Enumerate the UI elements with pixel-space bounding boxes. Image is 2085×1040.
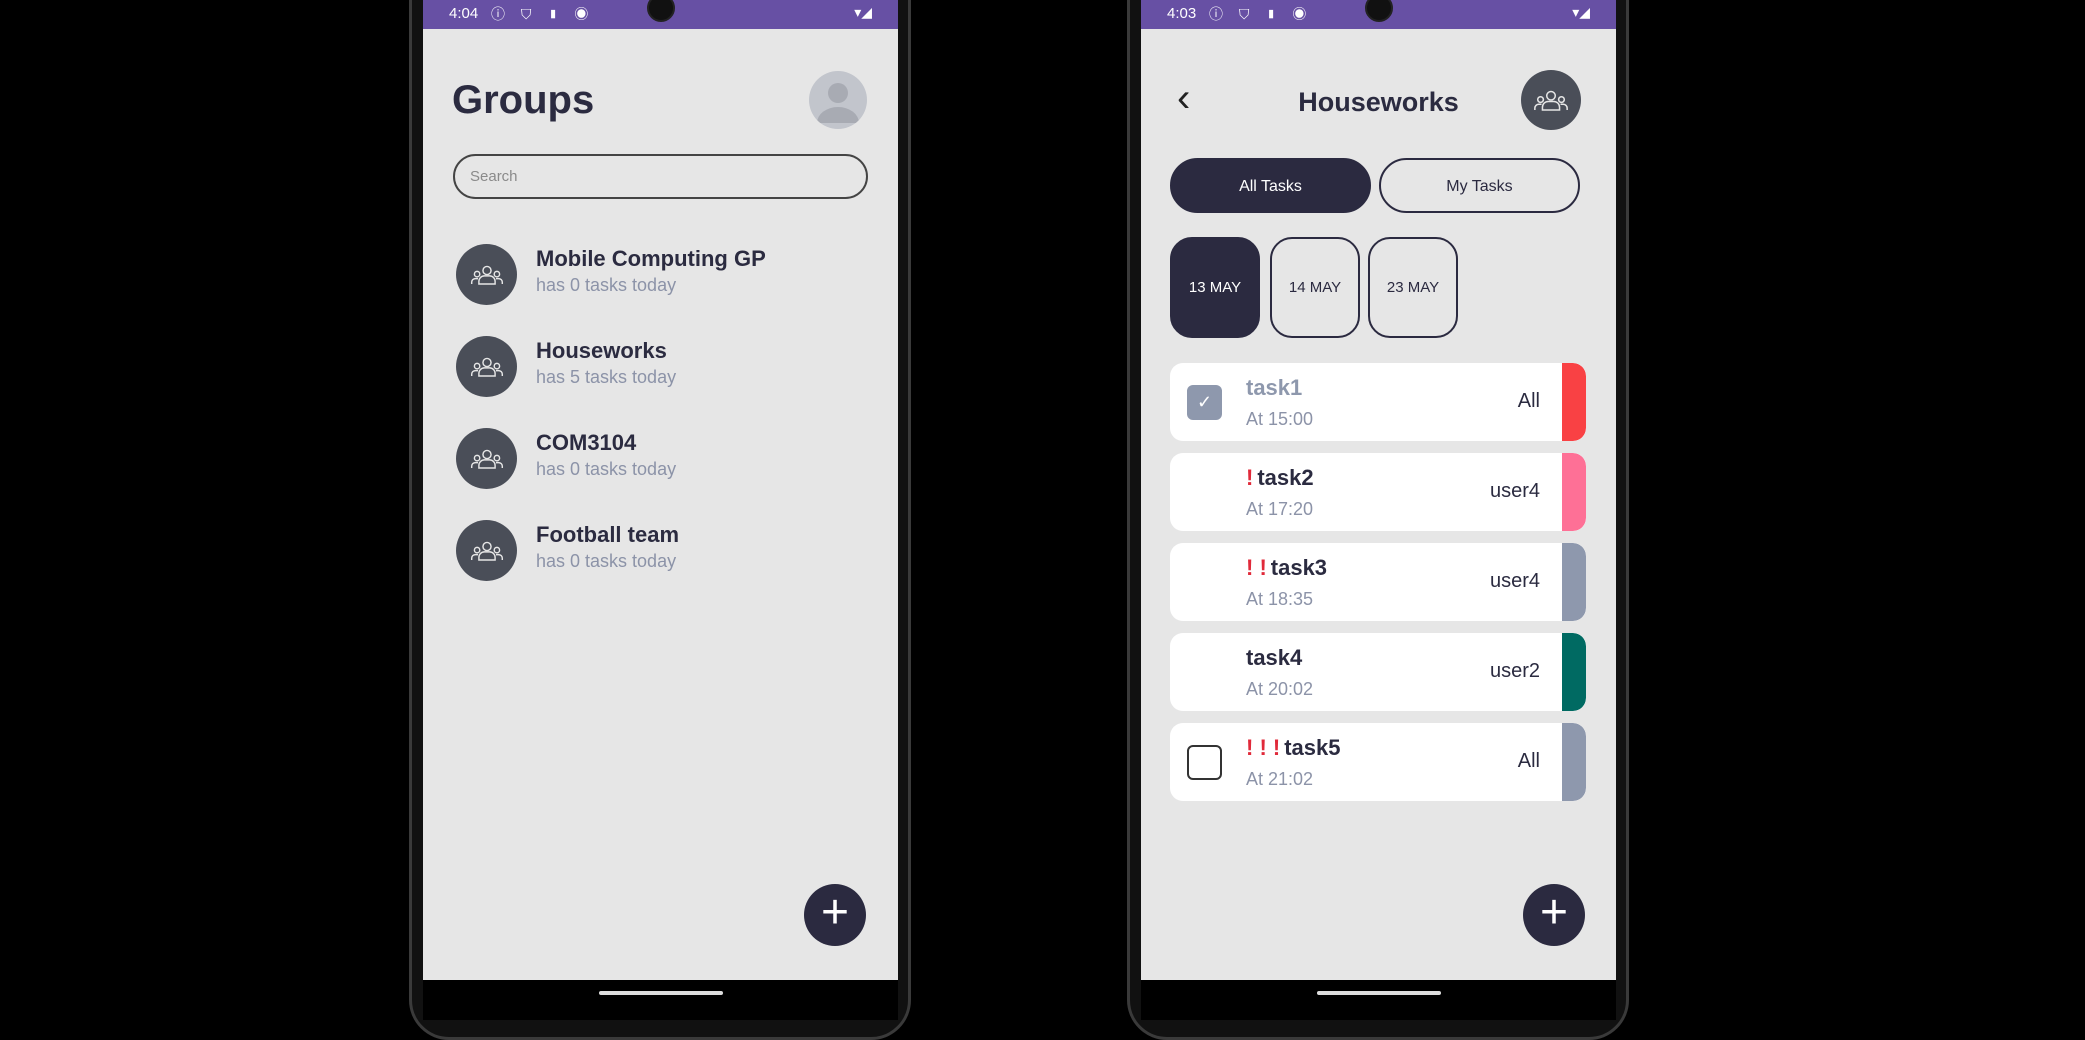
task-name: task3	[1270, 555, 1328, 580]
checkbox-unchecked[interactable]	[1187, 745, 1222, 780]
task-color-bar	[1562, 363, 1586, 441]
group-name: Houseworks	[536, 338, 667, 363]
task-item[interactable]: ✓ task1 At 15:00 All	[1170, 363, 1586, 441]
task-time: At 15:00	[1246, 409, 1314, 429]
group-tasks-screen: 4:03 ⓘ ⛉ ▮ ◉ ▾◢ ‹ Houseworks All Tasks M…	[1141, 0, 1616, 980]
date-chip[interactable]: 14 MAY	[1270, 237, 1360, 338]
nav-bar	[1141, 980, 1616, 1020]
group-icon	[456, 244, 517, 305]
task-title: ! ! task3	[1246, 555, 1327, 581]
profile-avatar[interactable]	[809, 71, 867, 129]
task-title: ! ! ! task5	[1246, 735, 1340, 761]
task-assignee: user4	[1489, 480, 1540, 502]
group-name: Football team	[536, 522, 680, 547]
group-item[interactable]: Houseworks has 5 tasks today	[456, 336, 856, 398]
task-name: task2	[1257, 465, 1314, 490]
task-title: task4	[1246, 645, 1302, 671]
task-assignee: All	[1517, 750, 1540, 772]
home-indicator[interactable]	[598, 991, 723, 995]
task-title: task1	[1246, 375, 1302, 401]
groups-screen: 4:04 ⓘ ⛉ ▮ ◉ ▾◢ Groups Search Mobile Com…	[423, 0, 898, 980]
status-time: 4:04	[449, 5, 479, 22]
search-input[interactable]: Search	[453, 154, 868, 199]
group-item[interactable]: COM3104 has 0 tasks today	[456, 428, 856, 490]
home-indicator[interactable]	[1316, 991, 1441, 995]
task-time: At 21:02	[1246, 769, 1314, 789]
group-icon	[456, 428, 517, 489]
group-name: Mobile Computing GP	[536, 246, 766, 271]
task-assignee: user4	[1489, 570, 1540, 592]
priority-marker: ! ! !	[1246, 735, 1281, 760]
task-name: task5	[1284, 735, 1341, 760]
group-icon	[456, 520, 517, 581]
task-time: At 17:20	[1246, 499, 1314, 519]
task-color-bar	[1562, 453, 1586, 531]
group-name: COM3104	[536, 430, 637, 455]
task-title: ! task2	[1246, 465, 1314, 491]
group-item[interactable]: Mobile Computing GP has 0 tasks today	[456, 244, 856, 306]
user-icon	[817, 83, 859, 123]
group-item[interactable]: Football team has 0 tasks today	[456, 520, 856, 582]
task-name: task1	[1246, 375, 1303, 400]
group-icon	[1532, 89, 1570, 112]
priority-marker: !	[1246, 465, 1254, 490]
signal-icon: ▾◢	[1572, 4, 1590, 20]
status-icons: ⓘ ⛉ ▮ ◉	[491, 6, 595, 22]
group-settings-button[interactable]	[1521, 70, 1581, 130]
tab-my-tasks[interactable]: My Tasks	[1379, 158, 1580, 213]
date-chip[interactable]: 23 MAY	[1368, 237, 1458, 338]
task-time: At 20:02	[1246, 679, 1314, 699]
checkbox-checked[interactable]: ✓	[1187, 385, 1222, 420]
task-item[interactable]: ! ! ! task5 At 21:02 All	[1170, 723, 1586, 801]
task-color-bar	[1562, 723, 1586, 801]
task-color-bar	[1562, 543, 1586, 621]
task-item[interactable]: ! task2 At 17:20 user4	[1170, 453, 1586, 531]
group-subtitle: has 0 tasks today	[536, 275, 677, 295]
signal-icon: ▾◢	[854, 4, 872, 20]
nav-bar	[423, 980, 898, 1020]
task-assignee: All	[1517, 390, 1540, 412]
task-item[interactable]: ! ! task3 At 18:35 user4	[1170, 543, 1586, 621]
add-task-button[interactable]: +	[1523, 884, 1585, 946]
add-group-button[interactable]: +	[804, 884, 866, 946]
tab-all-tasks[interactable]: All Tasks	[1170, 158, 1371, 213]
task-color-bar	[1562, 633, 1586, 711]
group-subtitle: has 0 tasks today	[536, 551, 677, 571]
task-time: At 18:35	[1246, 589, 1314, 609]
group-icon	[456, 336, 517, 397]
date-chip[interactable]: 13 MAY	[1170, 237, 1260, 338]
page-title: Groups	[452, 78, 595, 122]
group-subtitle: has 5 tasks today	[536, 367, 677, 387]
status-icons: ⓘ ⛉ ▮ ◉	[1209, 6, 1313, 22]
task-name: task4	[1246, 645, 1303, 670]
task-assignee: user2	[1489, 660, 1540, 682]
task-item[interactable]: task4 At 20:02 user2	[1170, 633, 1586, 711]
group-subtitle: has 0 tasks today	[536, 459, 677, 479]
status-time: 4:03	[1167, 5, 1197, 22]
priority-marker: ! !	[1246, 555, 1267, 580]
